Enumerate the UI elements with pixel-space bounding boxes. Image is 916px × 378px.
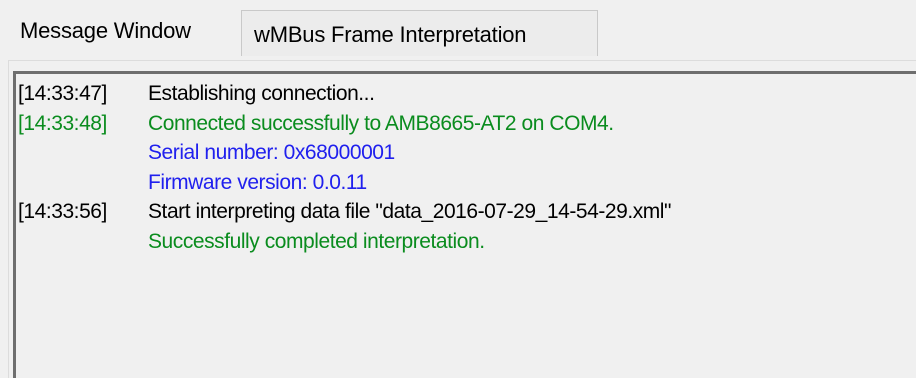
log-message: Connected successfully to AMB8665-AT2 on… bbox=[148, 111, 614, 135]
log-timestamp: [14:33:48] bbox=[18, 111, 107, 135]
log-timestamp bbox=[18, 168, 148, 198]
log-line: Firmware version: 0.0.11 bbox=[18, 168, 916, 198]
log-timestamp bbox=[18, 138, 148, 168]
message-window-app: Message Window wMBus Frame Interpretatio… bbox=[0, 0, 916, 378]
log-line: [14:33:56] Start interpreting data file … bbox=[18, 197, 916, 227]
tab-panel: [14:33:47] Establishing connection... [1… bbox=[8, 60, 916, 378]
tab-strip: Message Window wMBus Frame Interpretatio… bbox=[0, 0, 916, 60]
message-log[interactable]: [14:33:47] Establishing connection... [1… bbox=[13, 71, 916, 378]
log-timestamp bbox=[18, 227, 148, 257]
log-line: [14:33:48] Connected successfully to AMB… bbox=[18, 109, 916, 139]
tab-wmbus-frame-interpretation[interactable]: wMBus Frame Interpretation bbox=[241, 10, 598, 56]
log-timestamp: [14:33:56] bbox=[18, 200, 107, 223]
log-message: Start interpreting data file "data_2016-… bbox=[148, 200, 672, 223]
log-message: Firmware version: 0.0.11 bbox=[148, 170, 367, 194]
tab-message-window[interactable]: Message Window bbox=[20, 18, 191, 60]
log-line: Successfully completed interpretation. bbox=[18, 227, 916, 257]
log-message: Serial number: 0x68000001 bbox=[148, 141, 395, 164]
log-timestamp: [14:33:47] bbox=[18, 82, 107, 105]
log-line: [14:33:47] Establishing connection... bbox=[18, 79, 916, 109]
log-message: Establishing connection... bbox=[148, 82, 375, 105]
log-message: Successfully completed interpretation. bbox=[148, 229, 485, 253]
log-line: Serial number: 0x68000001 bbox=[18, 138, 916, 168]
